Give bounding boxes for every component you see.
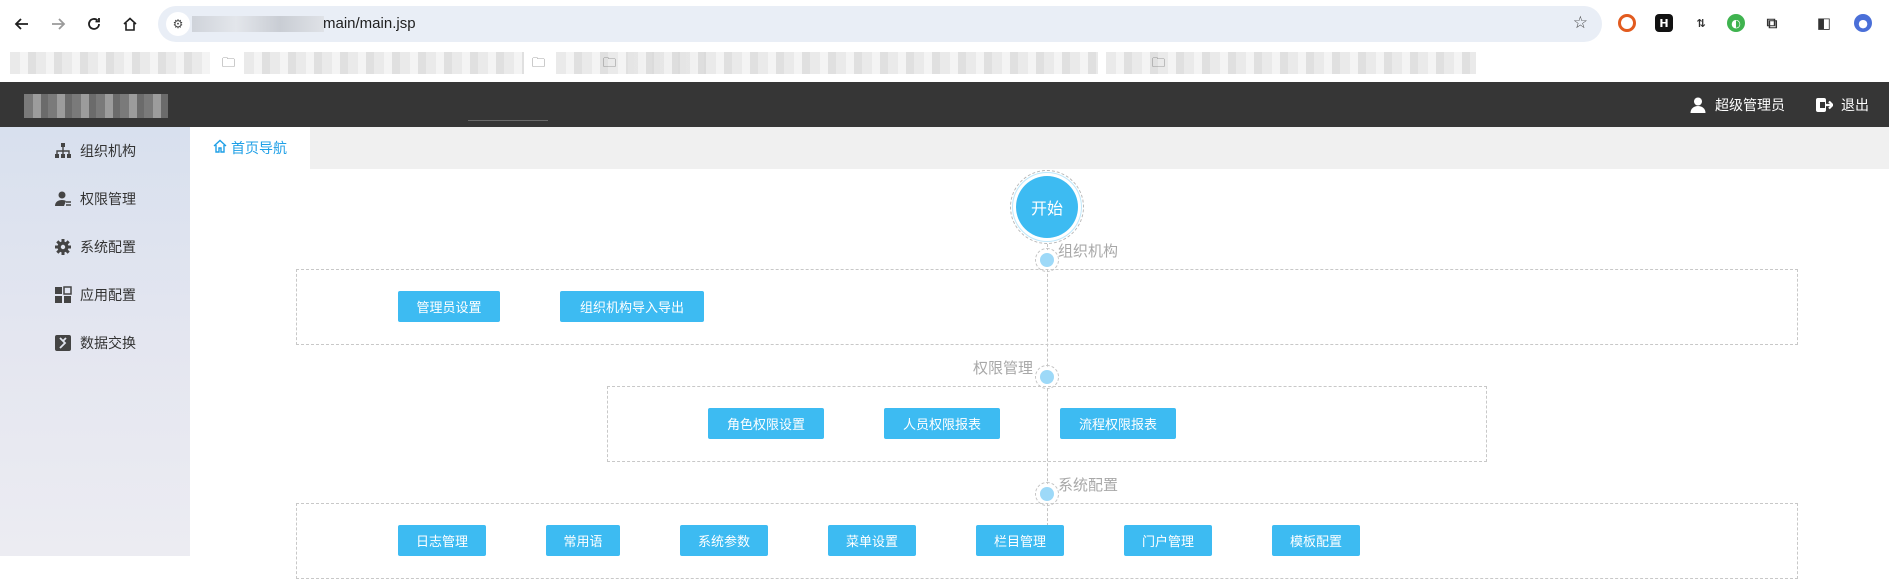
process-permission-report-button[interactable]: 流程权限报表 (1060, 408, 1176, 439)
sidebar-item-app-config[interactable]: 应用配置 (54, 285, 136, 305)
system-params-button[interactable]: 系统参数 (680, 525, 768, 556)
section-group-org (296, 269, 1798, 345)
gear-icon (54, 238, 72, 256)
apps-grid-icon (54, 286, 72, 304)
log-management-button[interactable]: 日志管理 (398, 525, 486, 556)
url-text: main/main.jsp (323, 15, 416, 32)
forward-icon[interactable] (46, 12, 70, 36)
site-info-icon[interactable]: ⚙ (166, 12, 190, 36)
home-icon[interactable] (118, 12, 142, 36)
extension-icon[interactable]: ⇅ (1692, 14, 1710, 32)
header-divider (468, 120, 548, 121)
sidebar-item-label: 权限管理 (80, 192, 136, 208)
reload-icon[interactable] (82, 12, 106, 36)
folder-icon[interactable]: 🗀 (222, 54, 235, 76)
back-icon[interactable] (10, 12, 34, 36)
sidebar-item-system-config[interactable]: 系统配置 (54, 237, 136, 257)
logout-label: 退出 (1841, 98, 1869, 114)
logout-icon (1815, 96, 1833, 114)
logout-button[interactable]: 退出 (1815, 95, 1869, 115)
blurred-host (192, 16, 324, 32)
user-name: 超级管理员 (1715, 98, 1785, 114)
current-user[interactable]: 超级管理员 (1689, 95, 1785, 115)
bookmark-blur (244, 52, 524, 74)
bookmarks-bar: 🗀 🗀 🗀 🗀 (0, 48, 1889, 82)
flow-chart: 开始 组织机构 管理员设置 组织机构导入导出 权限管理 角色权限设置 人员权限报… (190, 169, 1889, 579)
folder-icon[interactable]: 🗀 (1152, 54, 1165, 76)
sidebar-item-label: 应用配置 (80, 288, 136, 304)
start-node: 开始 (1016, 176, 1078, 238)
profile-icon[interactable]: ● (1854, 14, 1872, 32)
section-dot (1040, 370, 1054, 384)
role-permission-button[interactable]: 角色权限设置 (708, 408, 824, 439)
section-dot (1040, 253, 1054, 267)
user-permission-icon (54, 190, 72, 208)
sidebar-item-label: 数据交换 (80, 336, 136, 352)
home-icon (213, 139, 227, 157)
bookmark-blur (628, 52, 1098, 74)
sidebar-item-org[interactable]: 组织机构 (54, 141, 136, 161)
tab-home-nav[interactable]: 首页导航 (190, 127, 310, 169)
org-chart-icon (54, 142, 72, 160)
exchange-icon (54, 334, 72, 352)
menu-settings-button[interactable]: 菜单设置 (828, 525, 916, 556)
sidebar-item-permission[interactable]: 权限管理 (54, 189, 136, 209)
section-label: 组织机构 (1058, 242, 1119, 260)
org-import-export-button[interactable]: 组织机构导入导出 (560, 291, 704, 322)
star-icon[interactable]: ☆ (1573, 13, 1588, 33)
bookmark-blur (10, 52, 210, 74)
template-config-button[interactable]: 模板配置 (1272, 525, 1360, 556)
sidebar: 组织机构 权限管理 系统配置 应用配置 数据交换 (0, 127, 190, 556)
section-dot (1040, 487, 1054, 501)
address-bar[interactable]: ⚙ main/main.jsp ☆ (158, 6, 1602, 42)
sidebar-item-label: 组织机构 (80, 144, 136, 160)
sidebar-item-data-exchange[interactable]: 数据交换 (54, 333, 136, 353)
extension-icon[interactable]: H (1655, 14, 1673, 32)
portal-management-button[interactable]: 门户管理 (1124, 525, 1212, 556)
column-management-button[interactable]: 栏目管理 (976, 525, 1064, 556)
section-label: 系统配置 (1058, 476, 1119, 494)
folder-icon[interactable]: 🗀 (532, 54, 545, 76)
browser-toolbar: ⚙ main/main.jsp ☆ H ⇅ ◐ ⧉ ◧ ● (0, 0, 1889, 48)
extension-icon[interactable]: ◐ (1727, 14, 1745, 32)
extension-icon[interactable] (1618, 14, 1636, 32)
user-icon (1689, 96, 1707, 114)
admin-settings-button[interactable]: 管理员设置 (398, 291, 500, 322)
extensions-icon[interactable]: ⧉ (1763, 14, 1781, 32)
app-header: 超级管理员 退出 (0, 82, 1889, 127)
common-phrases-button[interactable]: 常用语 (546, 525, 620, 556)
side-panel-icon[interactable]: ◧ (1815, 14, 1833, 32)
user-permission-report-button[interactable]: 人员权限报表 (884, 408, 1000, 439)
tab-label: 首页导航 (231, 141, 287, 157)
tab-bar: 首页导航 (190, 127, 1889, 169)
sidebar-item-label: 系统配置 (80, 240, 136, 256)
folder-icon[interactable]: 🗀 (603, 54, 616, 76)
section-label: 权限管理 (973, 359, 1034, 377)
app-logo (24, 94, 168, 118)
